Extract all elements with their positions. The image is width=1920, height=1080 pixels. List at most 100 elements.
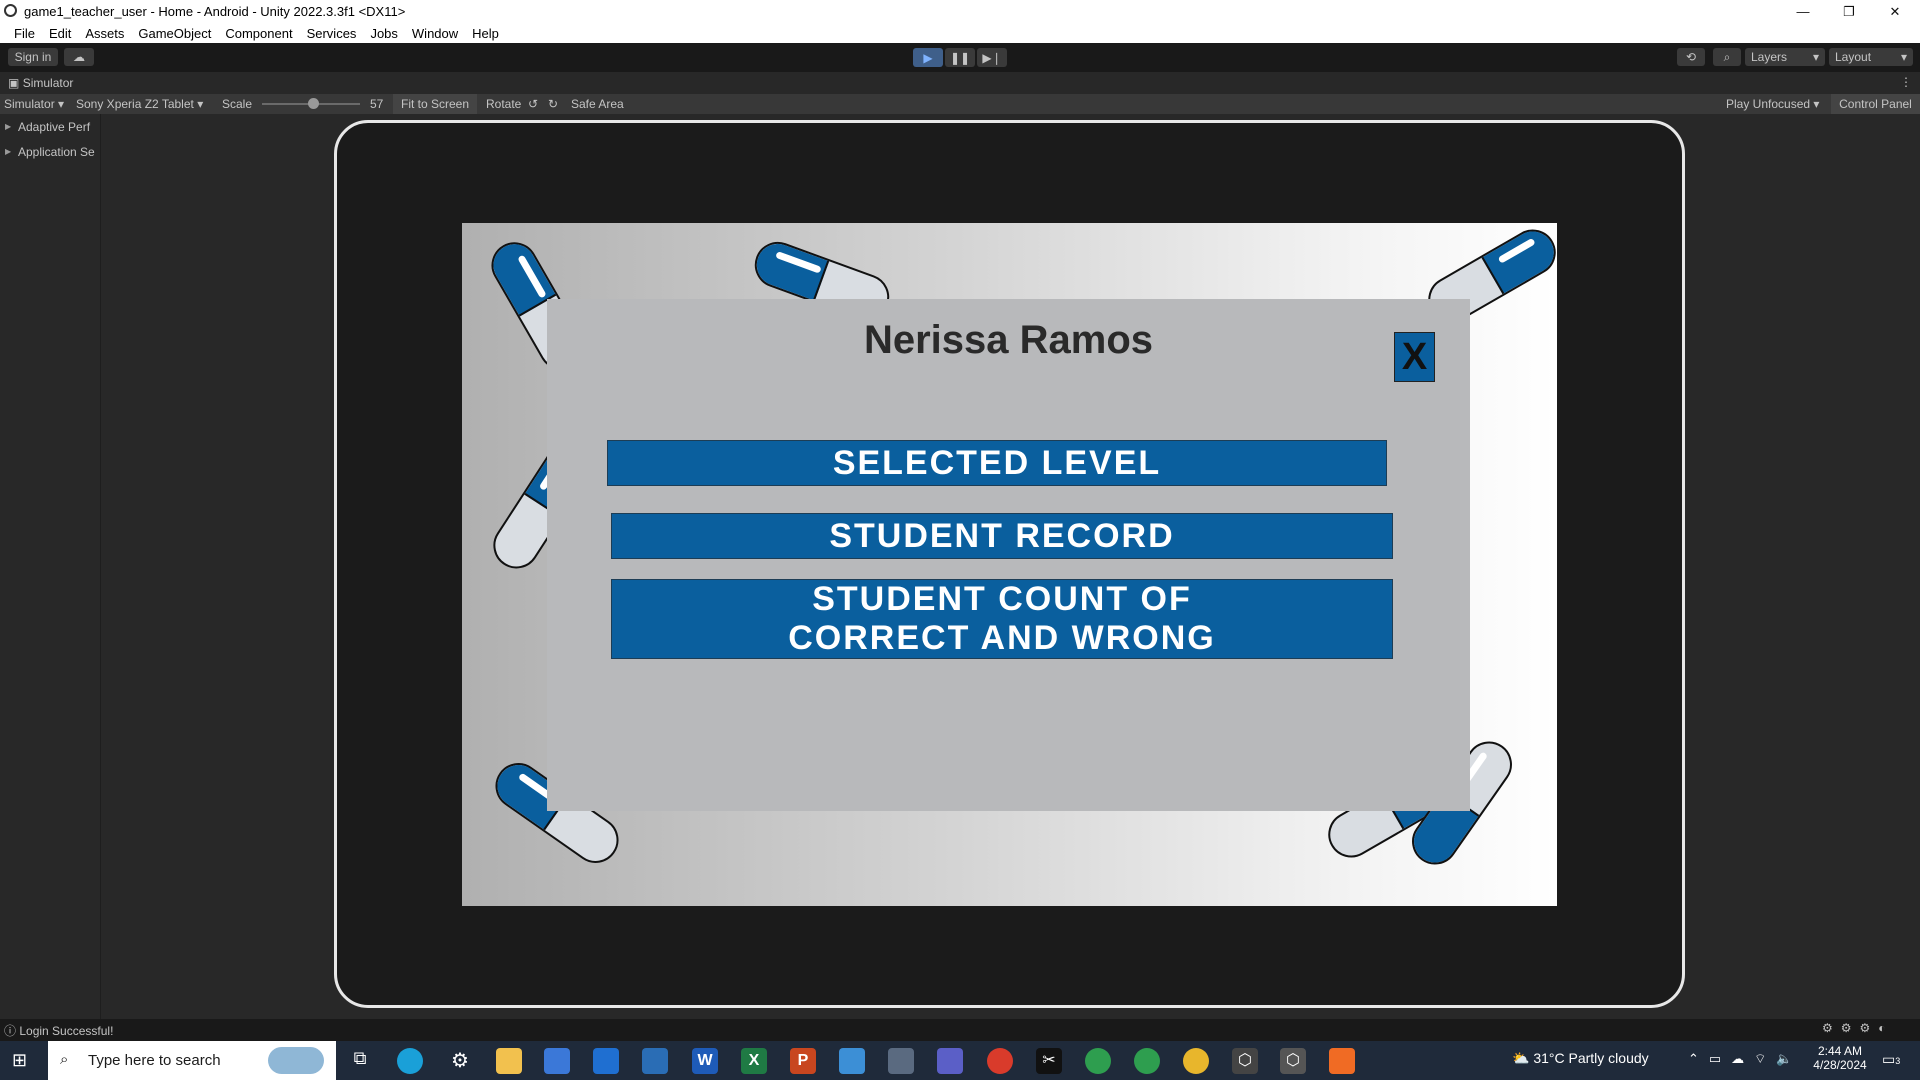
play-button[interactable]: ▶ <box>913 48 943 67</box>
panel-title: Nerissa Ramos <box>863 318 1154 362</box>
chrome-icon[interactable] <box>1134 1048 1160 1074</box>
edge-icon[interactable] <box>397 1048 423 1074</box>
close-panel-button[interactable]: X <box>1394 332 1435 382</box>
clock[interactable]: 2:44 AM 4/28/2024 <box>1810 1044 1870 1072</box>
main-toolbar: Sign in ☁ ▶ ❚❚ ▶❘ ⟲ ⌕ Layers ▾ Layout ▾ <box>0 43 1920 72</box>
unity-logo-icon <box>4 4 17 17</box>
status-bar: ⓘ Login Successful! ⚙⚙⚙◐ <box>0 1019 1920 1039</box>
task-view-icon[interactable]: ⧉ <box>347 1048 373 1074</box>
window-titlebar: game1_teacher_user - Home - Android - Un… <box>0 0 1920 23</box>
simulator-icon: ▣ <box>8 76 20 90</box>
menu-window[interactable]: Window <box>405 26 465 41</box>
settings-icon[interactable]: ⚙ <box>447 1048 473 1074</box>
chrome-icon[interactable] <box>1183 1048 1209 1074</box>
scale-slider-handle[interactable] <box>308 98 319 109</box>
tab-simulator-label: Simulator <box>22 76 74 90</box>
weather-widget[interactable]: ⛅ 31°C Partly cloudy <box>1512 1050 1649 1067</box>
chevron-down-icon: ▾ <box>1900 50 1907 64</box>
selected-level-button[interactable]: SELECTED LEVEL <box>607 440 1387 486</box>
word-icon[interactable]: W <box>692 1048 718 1074</box>
menu-jobs[interactable]: Jobs <box>363 26 404 41</box>
chrome-icon[interactable] <box>987 1048 1013 1074</box>
layers-dropdown[interactable]: Layers ▾ <box>1745 48 1825 66</box>
windows-start-icon[interactable]: ⊞ <box>12 1050 27 1071</box>
window-title: game1_teacher_user - Home - Android - Un… <box>24 4 406 19</box>
close-window-button[interactable]: ✕ <box>1872 0 1918 23</box>
menu-file[interactable]: File <box>7 26 42 41</box>
notification-count: 3 <box>1895 1056 1901 1066</box>
search-highlight-icon <box>268 1047 324 1074</box>
weather-text: 31°C Partly cloudy <box>1533 1050 1649 1066</box>
scale-label: Scale <box>222 97 253 111</box>
safe-area-toggle[interactable]: Safe Area <box>571 97 624 111</box>
notifications-icon[interactable]: ▭3 <box>1882 1051 1900 1068</box>
clock-time: 2:44 AM <box>1817 1044 1863 1058</box>
menu-assets[interactable]: Assets <box>78 26 131 41</box>
step-button[interactable]: ▶❘ <box>977 48 1007 67</box>
rotate-label: Rotate <box>486 97 522 111</box>
student-count-line2: CORRECT AND WRONG <box>788 619 1216 657</box>
mail-icon[interactable] <box>593 1048 619 1074</box>
unity-editor-icon[interactable]: ⬡ <box>1280 1048 1306 1074</box>
file-explorer-icon[interactable] <box>496 1048 522 1074</box>
student-record-button[interactable]: STUDENT RECORD <box>611 513 1393 559</box>
calculator-icon[interactable] <box>888 1048 914 1074</box>
foldout-application-settings[interactable]: Application Se <box>0 141 100 163</box>
pause-button[interactable]: ❚❚ <box>945 48 975 67</box>
menu-services[interactable]: Services <box>300 26 364 41</box>
chrome-icon[interactable] <box>1085 1048 1111 1074</box>
menubar: File Edit Assets GameObject Component Se… <box>0 23 1920 43</box>
status-icons: ⚙⚙⚙◐ <box>1822 1021 1894 1035</box>
student-count-button[interactable]: STUDENT COUNT OF CORRECT AND WRONG <box>611 579 1393 659</box>
simulator-toolbar: Simulator ▾ Sony Xperia Z2 Tablet ▾ Scal… <box>0 94 1920 114</box>
simulator-tab-bar: ▣ Simulator ⋮ <box>0 72 1920 94</box>
search-icon[interactable]: ⌕ <box>1713 48 1741 66</box>
search-icon: ⌕ <box>60 1051 69 1068</box>
weather-cloud-icon: ⛅ <box>1512 1050 1530 1066</box>
play-focus-label: Play Unfocused <box>1726 97 1811 111</box>
layout-label: Layout <box>1835 50 1872 64</box>
menu-help[interactable]: Help <box>465 26 506 41</box>
restore-button[interactable]: ❐ <box>1826 0 1872 23</box>
status-message-text: Login Successful! <box>19 1024 114 1038</box>
clock-date: 4/28/2024 <box>1813 1058 1867 1072</box>
minimize-button[interactable]: — <box>1780 0 1826 23</box>
device-dropdown[interactable]: Sony Xperia Z2 Tablet ▾ <box>76 97 203 111</box>
scale-value: 57 <box>370 97 384 111</box>
student-count-line1: STUDENT COUNT OF <box>812 580 1192 618</box>
taskbar-search-box[interactable]: ⌕ Type here to search <box>48 1041 336 1080</box>
fit-to-screen-button[interactable]: Fit to Screen <box>393 94 477 114</box>
app-icon[interactable] <box>642 1048 668 1074</box>
excel-icon[interactable]: X <box>741 1048 767 1074</box>
powerpoint-icon[interactable]: P <box>790 1048 816 1074</box>
layout-dropdown[interactable]: Layout ▾ <box>1829 48 1913 66</box>
play-focus-dropdown[interactable]: Play Unfocused ▾ <box>1726 97 1819 111</box>
cloud-icon[interactable]: ☁ <box>64 48 94 66</box>
rotate-right-icon[interactable]: ↻ <box>548 97 558 111</box>
capcut-icon[interactable]: ✂ <box>1036 1048 1062 1074</box>
xampp-icon[interactable] <box>1329 1048 1355 1074</box>
menu-component[interactable]: Component <box>218 26 299 41</box>
tab-simulator[interactable]: ▣ Simulator <box>8 76 73 90</box>
foldout-adaptive-performance[interactable]: Adaptive Perf <box>0 116 100 138</box>
simulator-mode-dropdown[interactable]: Simulator ▾ <box>4 97 64 111</box>
simulator-mode-label: Simulator <box>4 97 55 111</box>
store-icon[interactable] <box>544 1048 570 1074</box>
menu-edit[interactable]: Edit <box>42 26 78 41</box>
simulator-left-panel: Adaptive Perf Application Se <box>0 114 101 1026</box>
unity-hub-icon[interactable]: ⬡ <box>1232 1048 1258 1074</box>
layers-label: Layers <box>1751 50 1788 64</box>
app-icon[interactable] <box>839 1048 865 1074</box>
more-options-icon[interactable]: ⋮ <box>1900 75 1912 89</box>
sign-in-button[interactable]: Sign in <box>8 48 58 66</box>
device-label: Sony Xperia Z2 Tablet <box>76 97 194 111</box>
status-message[interactable]: ⓘ Login Successful! <box>4 1022 113 1039</box>
teams-icon[interactable] <box>937 1048 963 1074</box>
info-icon: ⓘ <box>4 1024 17 1038</box>
chevron-down-icon: ▾ <box>1812 50 1819 64</box>
control-panel-button[interactable]: Control Panel <box>1831 94 1920 114</box>
rotate-left-icon[interactable]: ↺ <box>528 97 538 111</box>
history-icon[interactable]: ⟲ <box>1677 48 1705 66</box>
menu-gameobject[interactable]: GameObject <box>131 26 218 41</box>
tray-icons[interactable]: ⌃▭☁⌔🔈 <box>1688 1051 1803 1067</box>
